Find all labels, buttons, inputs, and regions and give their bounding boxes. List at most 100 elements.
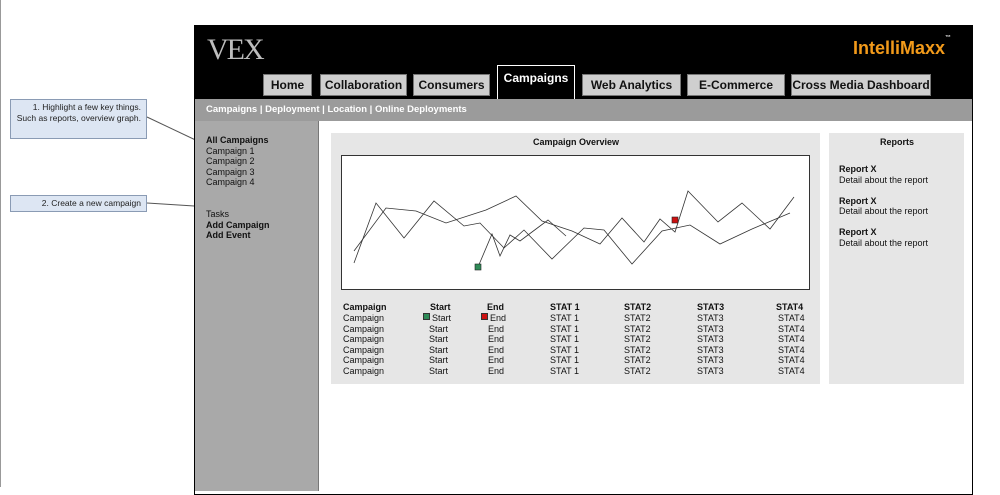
table-cell: Start bbox=[429, 345, 448, 355]
table-cell: End bbox=[488, 366, 504, 376]
table-cell: STAT4 bbox=[778, 366, 805, 376]
table-cell-text: STAT4 bbox=[778, 365, 805, 376]
tab-consumers[interactable]: Consumers bbox=[413, 74, 490, 96]
table-cell: STAT 1 bbox=[550, 355, 579, 365]
table-cell[interactable]: Campaign bbox=[343, 334, 384, 344]
table-cell-text: STAT2 bbox=[624, 344, 651, 355]
overview-graph-lines bbox=[353, 190, 795, 271]
overview-graph[interactable] bbox=[341, 155, 810, 290]
tab-campaigns[interactable]: Campaigns bbox=[497, 65, 575, 101]
table-cell: STAT2 bbox=[624, 334, 651, 344]
sidebar-item-campaign-4[interactable]: Campaign 4 bbox=[206, 177, 255, 188]
table-cell-text: Campaign bbox=[343, 344, 385, 355]
graph-series-line bbox=[353, 190, 795, 252]
tab-cross-media-dashboard[interactable]: Cross Media Dashboard bbox=[791, 74, 931, 96]
table-cell-text: Start bbox=[432, 313, 452, 323]
report-link[interactable]: Report X bbox=[839, 164, 877, 174]
report-link[interactable]: Report X bbox=[839, 196, 877, 206]
table-cell: STAT4 bbox=[778, 355, 805, 365]
reports-title: Reports bbox=[880, 137, 915, 147]
table-cell-text: STAT3 bbox=[697, 365, 724, 376]
table-cell-text: STAT2 bbox=[624, 355, 651, 365]
table-cell-text: STAT2 bbox=[624, 313, 651, 323]
table-cell: STAT 1 bbox=[550, 366, 579, 376]
table-cell-text: STAT2 bbox=[624, 323, 651, 334]
table-cell[interactable]: Campaign bbox=[343, 345, 384, 355]
table-header: STAT2 bbox=[624, 302, 652, 312]
table-cell-text: Start bbox=[429, 334, 449, 344]
table-cell: Start bbox=[429, 355, 448, 365]
table-cell-text: STAT2 bbox=[624, 365, 651, 376]
table-cell-text: STAT4 bbox=[778, 334, 805, 344]
table-cell: End bbox=[488, 334, 504, 344]
table-cell: End bbox=[488, 345, 504, 355]
table-cell-text: STAT2 bbox=[624, 334, 651, 344]
table-cell-text: Campaign bbox=[343, 323, 385, 334]
table-cell: STAT 1 bbox=[550, 313, 579, 323]
table-cell[interactable]: Campaign bbox=[343, 366, 384, 376]
graph-series-line bbox=[353, 200, 791, 265]
add-event-link[interactable]: Add Event bbox=[206, 230, 251, 241]
end-marker-icon bbox=[481, 313, 488, 320]
table-cell: STAT2 bbox=[624, 313, 651, 323]
table-cell-text: End bbox=[488, 323, 505, 334]
table-cell[interactable]: Campaign bbox=[343, 313, 384, 323]
table-cell-text: STAT4 bbox=[778, 313, 805, 323]
tab-web-analytics[interactable]: Web Analytics bbox=[582, 74, 681, 96]
table-cell: End bbox=[488, 355, 504, 365]
table-cell: Start bbox=[423, 313, 451, 323]
table-cell-text: STAT 1 bbox=[550, 355, 580, 365]
table-cell-text: STAT 1 bbox=[550, 323, 580, 334]
table-cell: STAT4 bbox=[778, 345, 805, 355]
vex-logo[interactable]: VEX bbox=[207, 33, 265, 67]
table-cell: STAT3 bbox=[697, 345, 724, 355]
report-detail: Detail about the report bbox=[839, 206, 929, 216]
table-header: Start bbox=[430, 302, 451, 312]
report-link[interactable]: Report X bbox=[839, 227, 877, 237]
table-cell-text: STAT3 bbox=[697, 313, 724, 323]
campaign-overview-title: Campaign Overview bbox=[533, 137, 620, 147]
brand-name: IntelliMaxx bbox=[853, 38, 946, 58]
table-cell-text: STAT4 bbox=[778, 344, 805, 355]
trademark-symbol: ™ bbox=[945, 35, 952, 41]
table-cell-text: End bbox=[488, 344, 505, 355]
graph-end-marker bbox=[671, 216, 679, 224]
breadcrumb[interactable]: Campaigns | Deployment | Location | Onli… bbox=[206, 104, 467, 115]
report-detail: Detail about the report bbox=[839, 175, 929, 185]
graph-series-line bbox=[477, 219, 567, 268]
table-cell[interactable]: Campaign bbox=[343, 324, 384, 334]
table-cell: STAT3 bbox=[697, 355, 724, 365]
table-cell-text: End bbox=[488, 355, 505, 365]
tab-home[interactable]: Home bbox=[263, 74, 312, 96]
tab-collaboration[interactable]: Collaboration bbox=[320, 74, 407, 96]
table-cell: STAT2 bbox=[624, 366, 651, 376]
table-cell: STAT2 bbox=[624, 324, 651, 334]
table-cell-text: STAT3 bbox=[697, 323, 724, 334]
intellimaxx-brand: IntelliMaxx™ bbox=[853, 35, 952, 59]
table-cell-text: STAT3 bbox=[697, 355, 724, 365]
graph-start-marker bbox=[474, 263, 482, 271]
table-cell-text: STAT4 bbox=[778, 355, 805, 365]
table-cell: STAT 1 bbox=[550, 334, 579, 344]
table-cell-text: STAT 1 bbox=[550, 344, 580, 355]
table-cell-text: STAT3 bbox=[697, 334, 724, 344]
table-cell-text: STAT3 bbox=[697, 344, 724, 355]
table-cell-text: Campaign bbox=[343, 334, 385, 344]
table-header: End bbox=[487, 302, 504, 312]
table-cell: Start bbox=[429, 334, 448, 344]
table-cell-text: End bbox=[490, 313, 507, 323]
table-cell: STAT4 bbox=[778, 313, 805, 323]
table-header: Campaign bbox=[343, 302, 387, 312]
sidebar-all-campaigns[interactable]: All Campaigns bbox=[206, 135, 269, 146]
table-cell: STAT 1 bbox=[550, 324, 579, 334]
table-cell: End bbox=[488, 324, 504, 334]
table-cell-text: Start bbox=[429, 355, 449, 365]
table-cell-text: Campaign bbox=[343, 355, 385, 365]
tab-e-commerce[interactable]: E-Commerce bbox=[687, 74, 785, 96]
table-cell: STAT3 bbox=[697, 366, 724, 376]
table-cell-text: STAT4 bbox=[778, 323, 805, 334]
table-header: STAT4 bbox=[776, 302, 804, 312]
sidebar-item-campaign-2[interactable]: Campaign 2 bbox=[206, 156, 255, 167]
table-cell[interactable]: Campaign bbox=[343, 355, 384, 365]
table-cell: STAT3 bbox=[697, 313, 724, 323]
